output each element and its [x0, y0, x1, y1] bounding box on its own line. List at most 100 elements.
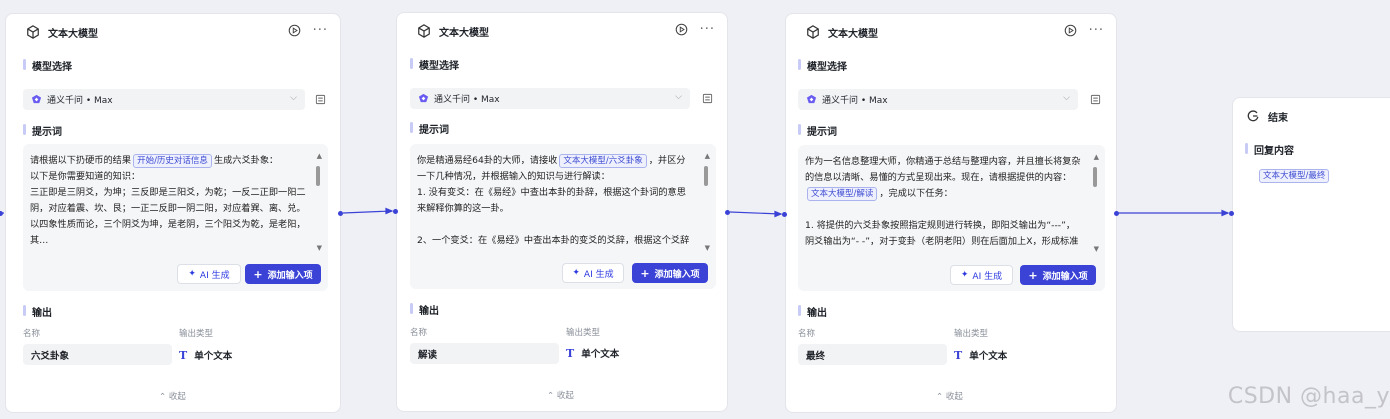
collapse-button[interactable]: ⌃ 收起	[936, 390, 963, 402]
add-input-button[interactable]: + 添加输入项	[245, 264, 321, 284]
text-type-icon: T	[566, 346, 575, 360]
node-title: 文本大模型	[439, 27, 489, 39]
port-in[interactable]	[393, 209, 398, 214]
llm-node-2[interactable]: 文本大模型 ··· 模型选择 通义千问 • Max ⌵ 提示词 你是精通易经64…	[396, 12, 728, 412]
name-column-label: 名称	[410, 328, 428, 338]
model-section-label: 模型选择	[410, 57, 459, 72]
model-select[interactable]: 通义千问 • Max ⌵	[410, 88, 690, 109]
scroll-up-icon[interactable]: ▲	[705, 152, 710, 160]
output-section-label: 输出	[798, 304, 827, 319]
reply-section-label: 回复内容	[1245, 142, 1294, 157]
variable-tag[interactable]: 开始/历史对话信息	[133, 154, 212, 168]
scroll-down-icon[interactable]: ▼	[705, 244, 710, 252]
variable-tag[interactable]: 文本大模型/最终	[1259, 169, 1330, 183]
text-type-icon: T	[179, 348, 188, 362]
collapse-button[interactable]: ⌃ 收起	[547, 389, 574, 401]
ai-generate-button[interactable]: ✦ AI 生成	[177, 264, 241, 284]
cube-icon	[807, 25, 819, 39]
watermark: CSDN @haa_y	[1227, 384, 1390, 409]
settings-icon[interactable]	[702, 93, 713, 104]
scroll-down-icon[interactable]: ▼	[317, 244, 322, 252]
model-select[interactable]: 通义千问 • Max ⌵	[23, 89, 305, 110]
prompt-section-label: 提示词	[798, 123, 837, 138]
cube-icon	[27, 25, 39, 39]
port-out[interactable]	[338, 211, 343, 216]
node-header: 文本大模型 ···	[397, 13, 727, 49]
name-column-label: 名称	[798, 329, 816, 339]
scrollbar-thumb[interactable]	[1093, 167, 1097, 187]
plus-icon: +	[253, 267, 263, 281]
settings-icon[interactable]	[315, 94, 326, 105]
type-column-label: 输出类型	[566, 328, 601, 338]
play-icon[interactable]	[675, 23, 688, 36]
model-section-label: 模型选择	[798, 58, 847, 73]
port-out[interactable]	[1114, 211, 1119, 216]
output-name-field[interactable]: 最终	[798, 344, 947, 365]
port-in[interactable]	[782, 212, 787, 217]
model-name: 通义千问 • Max	[434, 95, 500, 105]
llm-node-3[interactable]: 文本大模型 ··· 模型选择 通义千问 • Max ⌵ 提示词 作为一名信息整理…	[785, 13, 1117, 413]
add-input-button[interactable]: + 添加输入项	[1020, 265, 1096, 285]
qwen-logo-icon	[806, 94, 817, 104]
chevron-up-icon: ⌃	[547, 391, 557, 401]
name-column-label: 名称	[23, 329, 41, 339]
reply-content-box[interactable]: 文本大模型/最终	[1245, 162, 1390, 292]
output-section-label: 输出	[23, 304, 52, 319]
port-out[interactable]	[725, 210, 730, 215]
variable-tag[interactable]: 文本大模型/六爻卦象	[559, 154, 647, 168]
text-type-icon: T	[954, 348, 963, 362]
settings-icon[interactable]	[1090, 94, 1101, 105]
cube-icon	[418, 24, 430, 38]
add-input-button[interactable]: + 添加输入项	[632, 263, 708, 283]
scroll-up-icon[interactable]: ▲	[1094, 153, 1099, 161]
node-title: 文本大模型	[828, 28, 878, 40]
more-icon[interactable]: ···	[700, 23, 715, 36]
port-in[interactable]	[1229, 211, 1234, 216]
sparkle-icon: ✦	[960, 270, 969, 280]
llm-node-1[interactable]: 文本大模型 ··· 模型选择 通义千问 • Max ⌵ 提示词 请根据以下扔硬币…	[5, 13, 341, 413]
play-icon[interactable]	[288, 24, 301, 37]
sparkle-icon: ✦	[572, 268, 580, 278]
ai-generate-button[interactable]: ✦ AI 生成	[950, 265, 1013, 285]
plus-icon: +	[640, 266, 650, 280]
prompt-text[interactable]: 你是精通易经64卦的大师，请接收 文本大模型/六爻卦象 ，并区分一下几种情况，并根据…	[417, 153, 694, 251]
scroll-down-icon[interactable]: ▼	[1094, 245, 1099, 253]
node-title: 结束	[1268, 112, 1288, 124]
chevron-down-icon: ⌵	[675, 92, 682, 102]
prompt-editor[interactable]: 你是精通易经64卦的大师，请接收 文本大模型/六爻卦象 ，并区分一下几种情况，并根据…	[410, 144, 716, 289]
node-header: 结束	[1233, 98, 1390, 134]
output-name-field[interactable]: 六爻卦象	[23, 344, 172, 365]
output-type: T 单个文本	[954, 348, 1008, 363]
model-name: 通义千问 • Max	[47, 96, 113, 106]
prompt-text[interactable]: 请根据以下扔硬币的结果 开始/历史对话信息 生成六爻卦象： 以下是你需要知道的知识：…	[30, 153, 306, 251]
model-name: 通义千问 • Max	[822, 96, 888, 106]
prompt-section-label: 提示词	[410, 121, 449, 136]
output-name-field[interactable]: 解读	[410, 343, 559, 364]
variable-tag[interactable]: 文本大模型/解读	[807, 187, 878, 201]
scroll-up-icon[interactable]: ▲	[317, 152, 322, 160]
prompt-text[interactable]: 作为一名信息整理大师，你精通于总结与整理内容，并且擅长将复杂的信息以清晰、易懂的…	[805, 154, 1083, 252]
node-header: 文本大模型 ···	[786, 14, 1116, 50]
model-select[interactable]: 通义千问 • Max ⌵	[798, 89, 1078, 110]
prompt-editor[interactable]: 作为一名信息整理大师，你精通于总结与整理内容，并且擅长将复杂的信息以清晰、易懂的…	[798, 145, 1105, 291]
more-icon[interactable]: ···	[1089, 24, 1104, 37]
ai-generate-button[interactable]: ✦ AI 生成	[562, 263, 624, 283]
chevron-down-icon: ⌵	[1063, 93, 1070, 103]
type-column-label: 输出类型	[179, 329, 214, 339]
node-header: 文本大模型 ···	[6, 14, 340, 50]
model-section-label: 模型选择	[23, 58, 72, 73]
collapse-button[interactable]: ⌃ 收起	[159, 390, 186, 402]
prompt-editor[interactable]: 请根据以下扔硬币的结果 开始/历史对话信息 生成六爻卦象： 以下是你需要知道的知识：…	[23, 144, 328, 291]
end-icon	[1247, 110, 1259, 122]
sparkle-icon: ✦	[188, 269, 196, 279]
chevron-down-icon: ⌵	[290, 93, 297, 103]
play-icon[interactable]	[1064, 24, 1077, 37]
qwen-logo-icon	[418, 93, 429, 103]
scrollbar-thumb[interactable]	[704, 166, 708, 186]
type-column-label: 输出类型	[954, 329, 989, 339]
plus-icon: +	[1028, 268, 1038, 282]
output-section-label: 输出	[410, 302, 439, 317]
end-node[interactable]: 结束 回复内容 文本大模型/最终	[1232, 97, 1390, 332]
scrollbar-thumb[interactable]	[316, 166, 320, 186]
more-icon[interactable]: ···	[313, 24, 328, 37]
